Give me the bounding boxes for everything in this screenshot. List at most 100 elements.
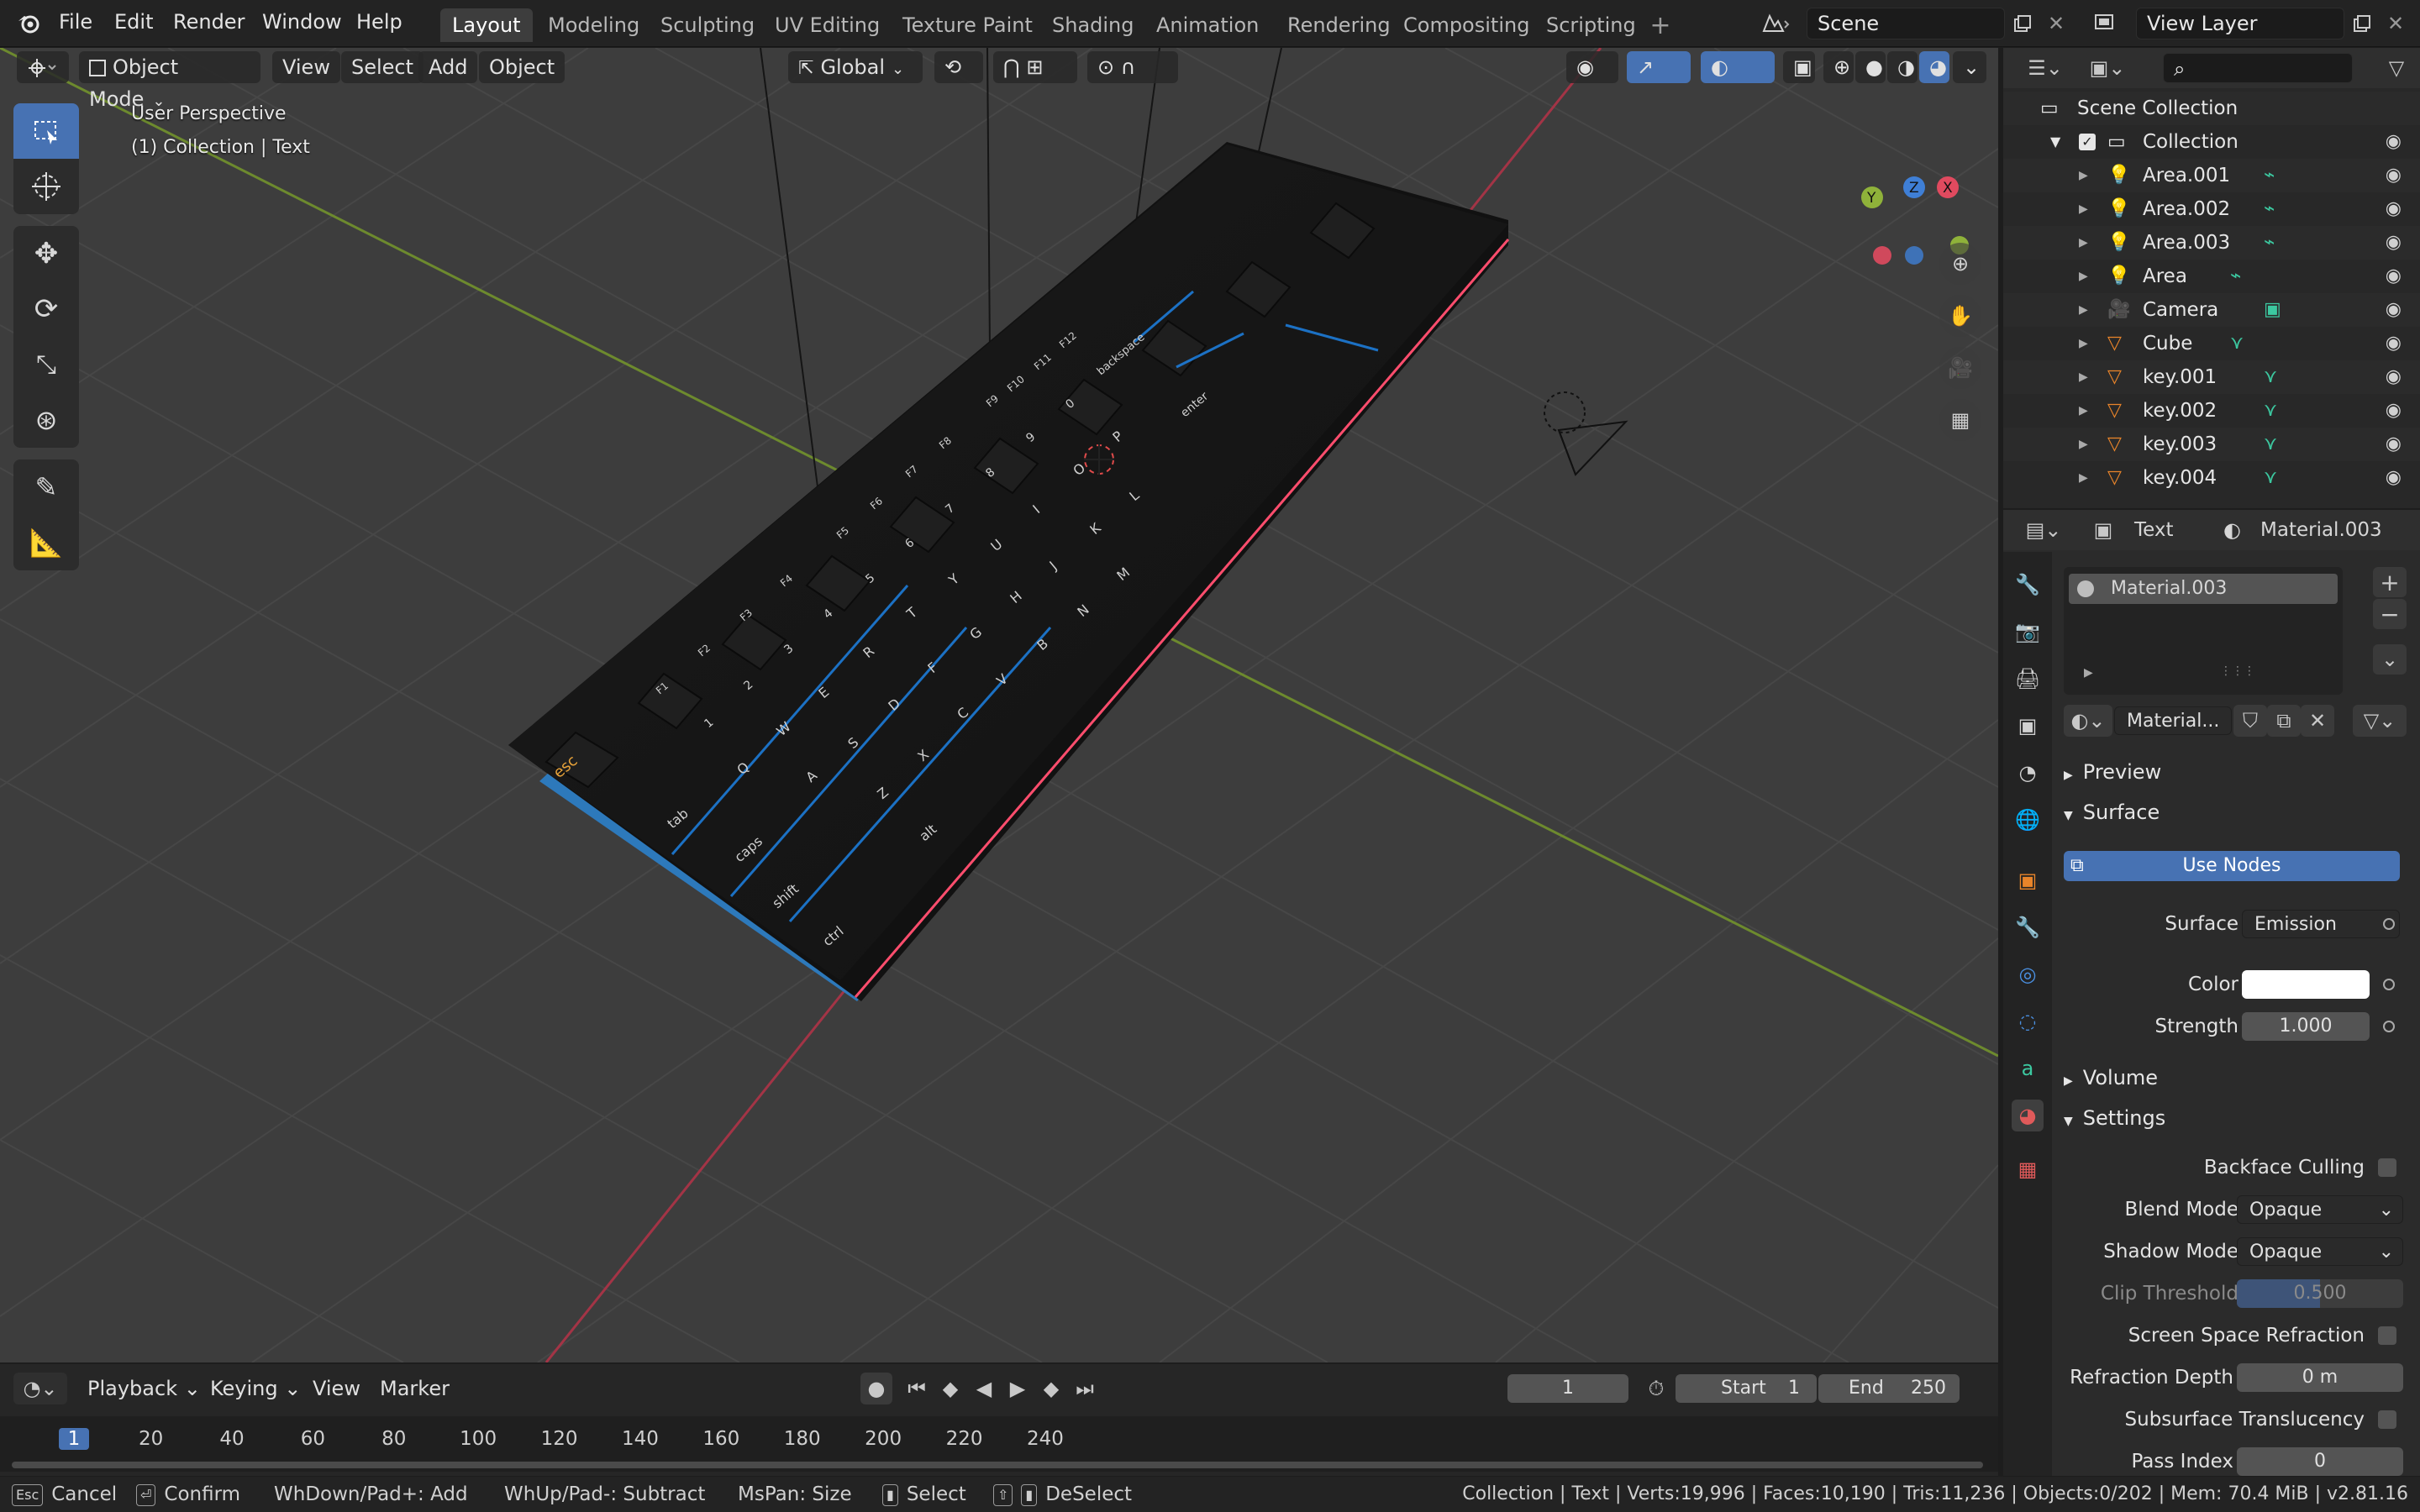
slot-specials-button[interactable]: ⌄ xyxy=(2373,644,2407,675)
expand-arrow-icon[interactable]: ▶ xyxy=(2084,666,2093,680)
eye-icon[interactable]: ◉ xyxy=(2386,293,2402,327)
light-data-icon[interactable]: ⌁ xyxy=(2264,159,2275,192)
modifier-tab[interactable]: 🔧 xyxy=(2012,911,2044,943)
end-frame-field[interactable]: End 250 xyxy=(1818,1374,1960,1403)
eye-icon[interactable]: ◉ xyxy=(2386,226,2402,260)
menu-file[interactable]: File xyxy=(59,0,92,47)
current-frame-field[interactable]: 1 xyxy=(1507,1374,1628,1403)
annotate-tool[interactable]: ✎ xyxy=(13,459,79,515)
clip-threshold-slider[interactable]: 0.500 xyxy=(2237,1279,2403,1308)
outliner-item[interactable]: ▶ 💡 Area.003 ⌁ ◉ xyxy=(2003,226,2420,260)
proportional-edit-button[interactable]: ⊙ ∩ xyxy=(1087,51,1178,83)
particles-tab[interactable]: ◎ xyxy=(2012,958,2044,990)
shading-options-dropdown[interactable]: ⌄ xyxy=(1953,51,1986,83)
surface-link-icon[interactable] xyxy=(2383,918,2395,930)
subsurface-checkbox[interactable] xyxy=(2378,1410,2396,1429)
material-tab[interactable]: ◕ xyxy=(2012,1100,2044,1131)
mesh-data-icon[interactable]: ⋎ xyxy=(2264,394,2277,428)
rotate-tool[interactable]: ⟳ xyxy=(13,281,79,337)
mesh-data-icon[interactable]: ⋎ xyxy=(2230,327,2244,360)
view-layer-field[interactable]: View Layer xyxy=(2136,8,2344,39)
scene-tab[interactable]: ◔ xyxy=(2012,757,2044,789)
menu-render[interactable]: Render xyxy=(173,0,245,47)
record-button[interactable]: ● xyxy=(860,1373,892,1404)
timeline-ruler[interactable]: 1 20 40 60 80 100 120 140 160 180 200 220 240 xyxy=(0,1416,1998,1472)
blender-logo-icon[interactable] xyxy=(12,8,45,39)
backface-culling-checkbox[interactable] xyxy=(2378,1158,2396,1177)
outliner-item[interactable]: ▶ 💡 Area.001 ⌁ ◉ xyxy=(2003,159,2420,192)
expand-arrow-icon[interactable]: ▶ xyxy=(2079,360,2088,394)
world-tab[interactable]: 🌐 xyxy=(2012,804,2044,836)
output-tab[interactable]: 🖨 xyxy=(2012,663,2044,695)
tab-modeling[interactable]: Modeling xyxy=(536,8,651,42)
add-menu[interactable]: Add xyxy=(418,51,478,83)
view-layer-tab[interactable]: ▣ xyxy=(2012,710,2044,742)
delete-view-layer-icon[interactable]: ✕ xyxy=(2381,8,2410,39)
ortho-toggle-button[interactable]: ▦ xyxy=(1939,399,1981,441)
expand-arrow-icon[interactable]: ▶ xyxy=(2079,327,2088,360)
expand-arrow-icon[interactable]: ▶ xyxy=(2079,260,2088,293)
surface-section-header[interactable]: ▼ Surface xyxy=(2064,801,2160,824)
data-tab[interactable]: a xyxy=(2012,1053,2044,1084)
timeline-editor-type-icon[interactable]: ◔⌄ xyxy=(13,1373,67,1404)
outliner-item[interactable]: ▶ ▽ key.002 ⋎ ◉ xyxy=(2003,394,2420,428)
preview-section-header[interactable]: ▶ Preview xyxy=(2064,760,2161,784)
expand-arrow-icon[interactable]: ▶ xyxy=(2079,192,2088,226)
volume-section-header[interactable]: ▶ Volume xyxy=(2064,1066,2158,1089)
menu-edit[interactable]: Edit xyxy=(114,0,153,47)
preview-range-icon[interactable]: ⏱ xyxy=(1640,1374,1672,1403)
tab-rendering[interactable]: Rendering xyxy=(1276,8,1402,42)
pass-index-field[interactable]: 0 xyxy=(2237,1447,2403,1476)
view-menu[interactable]: View xyxy=(272,51,340,83)
move-tool[interactable]: ✥ xyxy=(13,226,79,281)
eye-icon[interactable]: ◉ xyxy=(2386,394,2402,428)
playhead-marker[interactable]: 1 xyxy=(59,1428,89,1450)
camera-view-button[interactable]: 🎥 xyxy=(1939,347,1981,389)
color-swatch[interactable] xyxy=(2242,970,2370,999)
eye-icon[interactable]: ◉ xyxy=(2386,159,2402,192)
playback-menu[interactable]: Playback ⌄ xyxy=(87,1373,201,1404)
light-data-icon[interactable]: ⌁ xyxy=(2264,192,2275,226)
expand-arrow-icon[interactable]: ▶ xyxy=(2079,293,2088,327)
eye-icon[interactable]: ◉ xyxy=(2386,428,2402,461)
marker-menu[interactable]: Marker xyxy=(380,1373,450,1404)
pan-view-button[interactable]: ✋ xyxy=(1939,295,1981,337)
outliner-search-input[interactable]: ⌕ xyxy=(2163,53,2353,83)
add-slot-button[interactable]: + xyxy=(2373,567,2407,597)
object-menu[interactable]: Object xyxy=(479,51,566,83)
blend-mode-dropdown[interactable]: Opaque ⌄ xyxy=(2237,1195,2403,1224)
outliner-item[interactable]: ▶ ▽ Cube ⋎ ◉ xyxy=(2003,327,2420,360)
visibility-button[interactable]: ◉ xyxy=(1566,51,1618,83)
strength-link-icon[interactable] xyxy=(2383,1021,2395,1032)
timeline-view-menu[interactable]: View xyxy=(313,1373,360,1404)
outliner-item[interactable]: ▶ 💡 Area ⌁ ◉ xyxy=(2003,260,2420,293)
shading-material-button[interactable]: ◑ xyxy=(1887,51,1918,83)
color-link-icon[interactable] xyxy=(2383,979,2395,990)
filter-icon[interactable]: ▽ xyxy=(2381,53,2412,83)
eye-icon[interactable]: ◉ xyxy=(2386,461,2402,495)
tab-scripting[interactable]: Scripting xyxy=(1534,8,1648,42)
light-data-icon[interactable]: ⌁ xyxy=(2230,260,2241,293)
object-tab[interactable]: ▣ xyxy=(2012,864,2044,896)
resize-handle-icon[interactable]: ⋮⋮⋮ xyxy=(2220,664,2255,678)
remove-slot-button[interactable]: − xyxy=(2373,599,2407,629)
duplicate-view-layer-icon[interactable] xyxy=(2348,8,2376,39)
shading-rendered-button[interactable]: ◕ xyxy=(1919,51,1949,83)
tab-compositing[interactable]: Compositing xyxy=(1392,8,1541,42)
collection-row[interactable]: ▼ ✓ ▭ Collection ◉ xyxy=(2003,125,2420,159)
collection-checkbox[interactable]: ✓ xyxy=(2079,134,2096,150)
expand-arrow-icon[interactable]: ▶ xyxy=(2079,461,2088,495)
outliner-editor-type-icon[interactable]: ☰⌄ xyxy=(2020,53,2070,83)
tool-settings-tab[interactable]: 🔧 xyxy=(2012,569,2044,601)
scene-field[interactable]: Scene xyxy=(1807,8,2005,39)
browse-material-button[interactable]: ◐⌄ xyxy=(2064,705,2112,737)
expand-arrow-icon[interactable]: ▶ xyxy=(2079,226,2088,260)
expand-arrow-icon[interactable]: ▶ xyxy=(2079,428,2088,461)
strength-field[interactable]: 1.000 xyxy=(2242,1012,2370,1041)
start-frame-field[interactable]: Start 1 xyxy=(1676,1374,1817,1403)
settings-section-header[interactable]: ▼ Settings xyxy=(2064,1106,2165,1130)
jump-end-button[interactable]: ⏭ xyxy=(1069,1373,1101,1404)
physics-tab[interactable]: ◌ xyxy=(2012,1005,2044,1037)
light-data-icon[interactable]: ⌁ xyxy=(2264,226,2275,260)
3d-viewport[interactable]: esc tab caps shift ctrl alt Q W E R T Y … xyxy=(0,48,1998,1362)
